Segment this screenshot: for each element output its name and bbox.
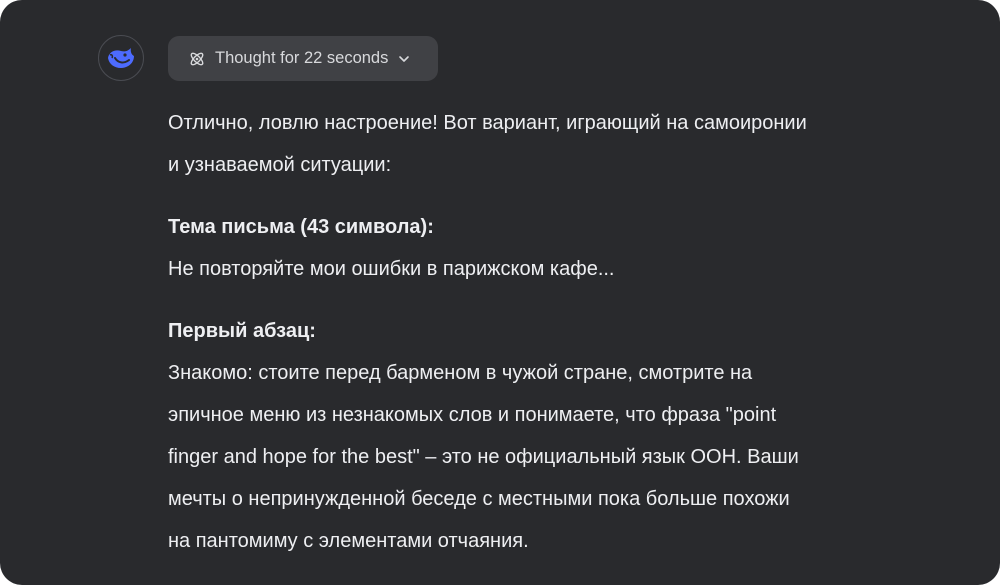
paragraph-heading: Первый абзац: <box>168 320 316 342</box>
assistant-avatar <box>98 35 144 81</box>
atom-icon <box>190 52 204 65</box>
paragraph-line-4: мечты о непринужденной беседе с местными… <box>168 488 790 510</box>
deepseek-logo-icon <box>108 48 134 68</box>
intro-line-2: и узнаваемой ситуации: <box>168 154 392 176</box>
paragraph-line-3: finger and hope for the best" – это не о… <box>168 446 799 468</box>
thought-label: Thought for 22 seconds <box>215 49 389 67</box>
message-body: Отлично, ловлю настроение! Вот вариант, … <box>168 102 928 562</box>
paragraph-line-5: на пантомиму с элементами отчаяния. <box>168 530 529 552</box>
subject-heading: Тема письма (43 символа): <box>168 216 434 238</box>
paragraph-line-1: Знакомо: стоите перед барменом в чужой с… <box>168 362 753 384</box>
chat-message-panel: Thought for 22 seconds Отлично, ловлю на… <box>0 0 1000 585</box>
chevron-down-icon <box>399 55 410 62</box>
intro-line-1: Отлично, ловлю настроение! Вот вариант, … <box>168 112 807 134</box>
subject-text: Не повторяйте мои ошибки в парижском каф… <box>168 258 615 280</box>
thought-toggle-button[interactable]: Thought for 22 seconds <box>168 36 438 81</box>
paragraph-line-2: эпичное меню из незнакомых слов и понима… <box>168 404 777 426</box>
